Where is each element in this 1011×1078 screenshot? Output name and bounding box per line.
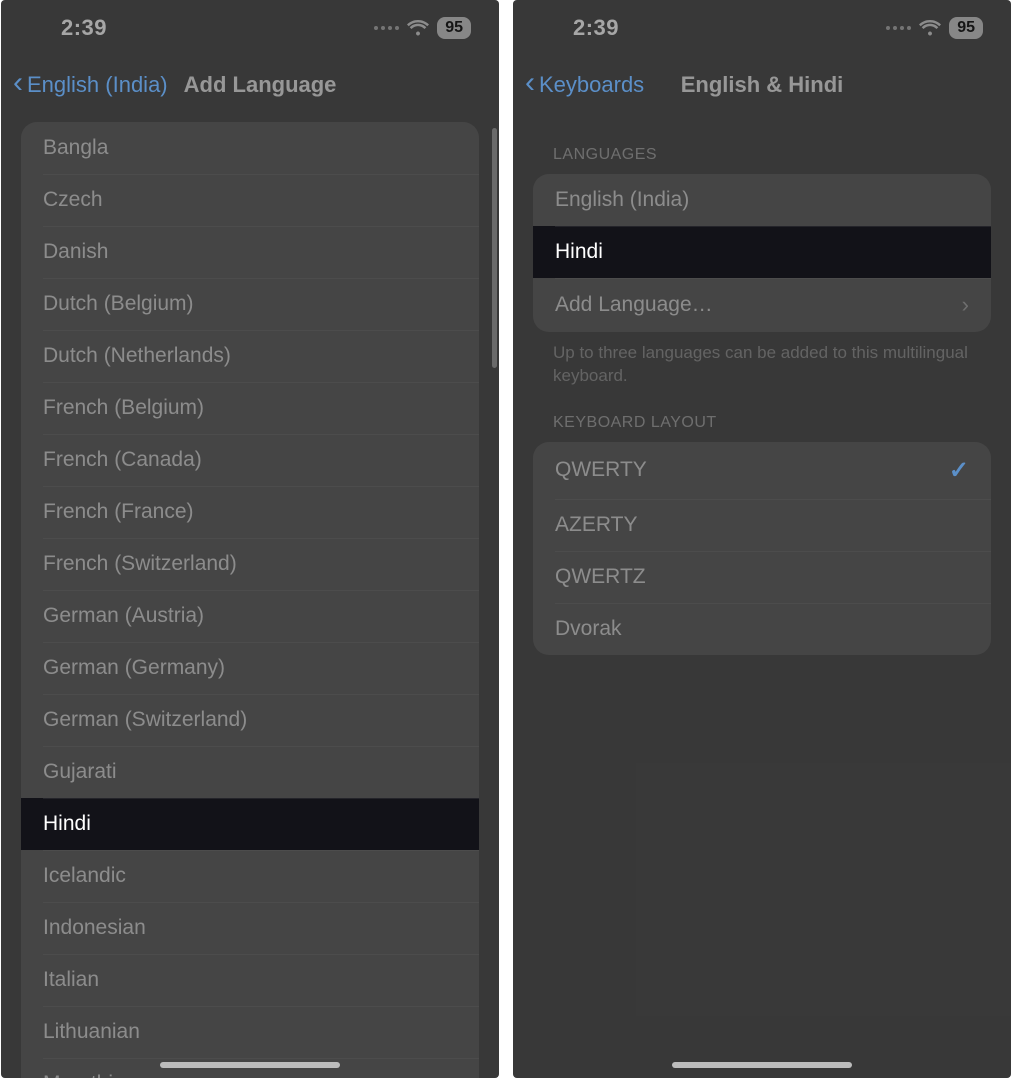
cellular-icon [374,26,399,30]
battery-badge: 95 [437,17,471,39]
status-right-cluster: 95 [374,17,471,39]
language-row[interactable]: French (France) [21,486,479,538]
layout-row[interactable]: QWERTY ✓ [533,442,991,499]
chevron-right-icon: › [962,292,969,318]
language-row[interactable]: Czech [21,174,479,226]
screen-add-language: 2:39 95 ‹ English (India) Add Language B… [1,0,499,1078]
language-label: Italian [43,968,99,992]
language-label: Bangla [43,136,108,160]
language-label: German (Austria) [43,604,204,628]
language-row[interactable]: Gujarati [21,746,479,798]
language-row[interactable]: Dutch (Belgium) [21,278,479,330]
language-list: Bangla Czech Danish Dutch (Belgium) Dutch (N… [21,122,479,1078]
language-label: Icelandic [43,864,126,888]
status-right-cluster: 95 [886,17,983,39]
language-label: Marathi [43,1072,113,1078]
home-indicator[interactable] [160,1062,340,1068]
language-row[interactable]: Bangla [21,122,479,174]
footer-note: Up to three languages can be added to th… [553,342,971,388]
language-label: Czech [43,188,103,212]
back-button[interactable]: ‹ English (India) [13,71,168,98]
wifi-icon [407,20,429,36]
language-row[interactable]: Hindi [21,798,479,850]
language-row[interactable]: Italian [21,954,479,1006]
wifi-icon [919,20,941,36]
keyboard-language-row[interactable]: English (India) [533,174,991,226]
chevron-left-icon: ‹ [525,68,535,98]
language-row[interactable]: French (Switzerland) [21,538,479,590]
back-label: English (India) [27,72,168,98]
keyboard-language-row[interactable]: Hindi [533,226,991,278]
language-label: Gujarati [43,760,117,784]
layout-row[interactable]: AZERTY [533,499,991,551]
language-row[interactable]: Icelandic [21,850,479,902]
status-bar: 2:39 95 [513,0,1011,55]
section-header-layout: KEYBOARD LAYOUT [553,414,971,432]
language-label: French (Canada) [43,448,202,472]
language-row[interactable]: German (Germany) [21,642,479,694]
language-row[interactable]: Indonesian [21,902,479,954]
language-row[interactable]: French (Canada) [21,434,479,486]
nav-bar: ‹ English (India) Add Language [1,55,499,116]
screen-keyboard-detail: 2:39 95 ‹ Keyboards English & Hindi LANG… [513,0,1011,1078]
language-row[interactable]: Lithuanian [21,1006,479,1058]
scrollbar-vertical[interactable] [492,128,497,368]
layout-label: AZERTY [555,513,637,537]
language-label: English (India) [555,188,689,212]
language-label: French (Belgium) [43,396,204,420]
language-row[interactable]: German (Switzerland) [21,694,479,746]
chevron-left-icon: ‹ [13,68,23,98]
layout-row[interactable]: QWERTZ [533,551,991,603]
layout-label: Dvorak [555,617,622,641]
language-label: Indonesian [43,916,146,940]
add-language-button[interactable]: Add Language… › [533,278,991,332]
languages-group: English (India) Hindi Add Language… › [533,174,991,332]
language-row[interactable]: Marathi [21,1058,479,1078]
status-time: 2:39 [61,15,107,41]
status-time: 2:39 [573,15,619,41]
battery-badge: 95 [949,17,983,39]
language-label: Dutch (Belgium) [43,292,194,316]
status-bar: 2:39 95 [1,0,499,55]
language-row[interactable]: French (Belgium) [21,382,479,434]
section-header-languages: LANGUAGES [553,146,971,164]
cellular-icon [886,26,911,30]
back-label: Keyboards [539,72,644,98]
back-button[interactable]: ‹ Keyboards [525,71,644,98]
layout-label: QWERTY [555,458,647,482]
language-label: Hindi [555,240,603,264]
language-label: Hindi [43,812,91,836]
language-label: German (Germany) [43,656,225,680]
language-label: French (Switzerland) [43,552,237,576]
layout-label: QWERTZ [555,565,646,589]
layout-group: QWERTY ✓ AZERTY QWERTZ Dvorak [533,442,991,655]
check-icon: ✓ [949,456,969,485]
language-label: Danish [43,240,108,264]
language-row[interactable]: German (Austria) [21,590,479,642]
language-label: Lithuanian [43,1020,140,1044]
layout-row[interactable]: Dvorak [533,603,991,655]
nav-bar: ‹ Keyboards English & Hindi [513,55,1011,116]
home-indicator[interactable] [672,1062,852,1068]
language-label: Dutch (Netherlands) [43,344,231,368]
page-title: Add Language [184,72,337,98]
language-label: French (France) [43,500,194,524]
language-row[interactable]: Danish [21,226,479,278]
language-row[interactable]: Dutch (Netherlands) [21,330,479,382]
add-language-label: Add Language… [555,293,713,317]
language-label: German (Switzerland) [43,708,247,732]
